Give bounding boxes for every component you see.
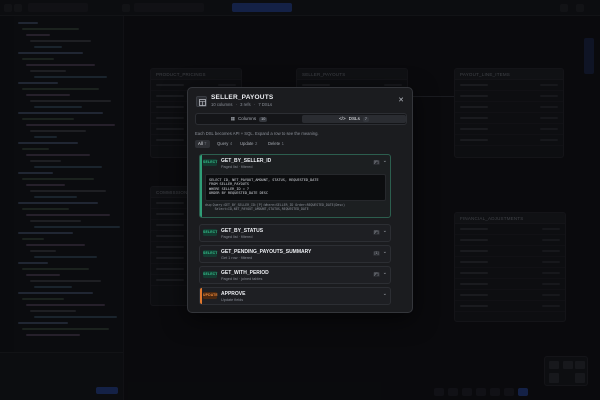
select-badge: SELECT bbox=[203, 229, 218, 236]
tab-columns-count: 10 bbox=[259, 117, 268, 122]
tab-columns-label: Columns bbox=[237, 116, 257, 121]
update-badge: UPDATE bbox=[203, 292, 218, 299]
filter-all[interactable]: All 7 bbox=[195, 140, 210, 148]
select-badge: SELECT bbox=[203, 159, 218, 166]
dsl-name: GET_BY_STATUS bbox=[221, 228, 264, 234]
filter-count: 2 bbox=[255, 141, 258, 146]
filter-count: 4 bbox=[229, 141, 233, 146]
tab-columns[interactable]: ▦ Columns 10 bbox=[197, 115, 301, 123]
close-icon[interactable]: ✕ bbox=[398, 97, 404, 104]
chevron-down-icon[interactable]: ⌄ bbox=[383, 271, 387, 276]
dsl-tag: [P] bbox=[372, 272, 380, 277]
filter-label: All bbox=[198, 141, 203, 146]
table-dsl-modal: SELLER_PAYOUTS 10 columns · 3 refs · 7 D… bbox=[187, 87, 413, 313]
dsl-signature: dsq:Query:GET_BY_SELLER_ID:[P]:Where=SEL… bbox=[205, 203, 388, 211]
ref-count: 3 refs bbox=[240, 102, 251, 107]
tab-dsls-count: 7 bbox=[362, 117, 369, 122]
dsl-tag: [P] bbox=[372, 160, 380, 165]
table-icon bbox=[196, 96, 207, 107]
dsl-subtitle: Paged list · filtered bbox=[221, 235, 253, 239]
dsl-item[interactable]: SELECT GET_BY_SELLER_ID Paged list · fil… bbox=[199, 154, 391, 218]
dsl-item[interactable]: UPDATE APPROVE Update fields ⌄ bbox=[199, 287, 391, 305]
dsl-subtitle: Paged list · filtered bbox=[221, 165, 253, 169]
table-icon: ▦ bbox=[230, 116, 235, 121]
modal-header: SELLER_PAYOUTS 10 columns · 3 refs · 7 D… bbox=[188, 88, 412, 114]
dsl-name: GET_WITH_PERIOD bbox=[221, 270, 269, 276]
select-badge: SELECT bbox=[203, 250, 218, 257]
column-count: 10 columns bbox=[211, 102, 233, 107]
chevron-down-icon[interactable]: ⌄ bbox=[383, 159, 387, 164]
tab-dsls-label: DSLs bbox=[348, 116, 360, 121]
sql-line: ORDER BY REQUESTED_DATE DESC bbox=[209, 191, 269, 196]
modal-title: SELLER_PAYOUTS bbox=[211, 94, 274, 101]
dsl-name: APPROVE bbox=[221, 291, 246, 297]
filter-delete[interactable]: Delete 1 bbox=[265, 140, 287, 148]
chevron-down-icon[interactable]: ⌄ bbox=[383, 229, 387, 234]
dsl-signature-line: Select=ID,NET_PAYOUT_AMOUNT,STATUS,REQUE… bbox=[205, 207, 309, 211]
dsl-name: GET_PENDING_PAYOUTS_SUMMARY bbox=[221, 249, 312, 255]
filter-count: 7 bbox=[204, 141, 207, 146]
modal-meta: 10 columns · 3 refs · 7 DSLs bbox=[211, 102, 274, 107]
view-switch: ▦ Columns 10 </> DSLs 7 bbox=[195, 113, 407, 125]
dsl-tag: [1] bbox=[373, 251, 380, 256]
select-badge: SELECT bbox=[203, 271, 218, 278]
meta-separator: · bbox=[253, 102, 256, 107]
dsl-item[interactable]: SELECT GET_BY_STATUS Paged list · filter… bbox=[199, 224, 391, 242]
dsl-name: GET_BY_SELLER_ID bbox=[221, 158, 272, 164]
modal-description: Each DSL becomes API + SQL. Expand a row… bbox=[195, 131, 319, 136]
filter-label: Update bbox=[240, 141, 254, 146]
code-icon: </> bbox=[338, 116, 346, 121]
filter-query[interactable]: Query 4 bbox=[214, 140, 235, 148]
chevron-down-icon[interactable]: ⌄ bbox=[383, 292, 387, 297]
tab-dsls[interactable]: </> DSLs 7 bbox=[302, 115, 406, 123]
dsl-subtitle: Update fields bbox=[221, 298, 244, 302]
meta-separator: · bbox=[235, 102, 237, 107]
dsl-subtitle: Get 1 row · filtered bbox=[221, 256, 253, 260]
filter-update[interactable]: Update 2 bbox=[237, 140, 260, 148]
dsl-count: 7 DSLs bbox=[258, 102, 273, 107]
dsl-tag: [P] bbox=[372, 230, 380, 235]
dsl-subtitle: Paged list · joined tables bbox=[221, 277, 263, 281]
filter-count: 1 bbox=[281, 141, 284, 146]
dsl-item[interactable]: SELECT GET_PENDING_PAYOUTS_SUMMARY Get 1… bbox=[199, 245, 391, 263]
dsl-item[interactable]: SELECT GET_WITH_PERIOD Paged list · join… bbox=[199, 266, 391, 284]
filter-label: Delete bbox=[268, 141, 281, 146]
chevron-down-icon[interactable]: ⌄ bbox=[383, 250, 387, 255]
sql-preview: SELECT ID, NET_PAYOUT_AMOUNT, STATUS, RE… bbox=[205, 174, 386, 201]
filter-label: Query bbox=[217, 141, 229, 146]
